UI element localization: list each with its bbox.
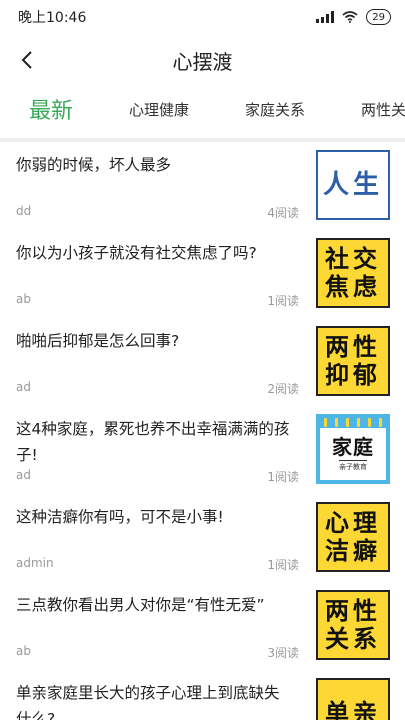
article-thumbnail: 两性抑郁 bbox=[316, 326, 390, 396]
thumbnail-text: 两性抑郁 bbox=[325, 332, 381, 389]
category-tabs: 最新 心理健康 家庭关系 两性关系 bbox=[0, 86, 405, 132]
list-item[interactable]: 你弱的时候，坏人最多 dd 4阅读 人生 bbox=[0, 134, 405, 222]
article-thumbnail: 家庭 亲子教育 bbox=[316, 414, 390, 484]
article-reads: 2阅读 bbox=[267, 382, 299, 396]
article-reads: 1阅读 bbox=[267, 294, 299, 308]
article-author: ad bbox=[16, 380, 31, 394]
tab-latest[interactable]: 最新 bbox=[29, 93, 73, 125]
thumbnail-text: 人生 bbox=[323, 170, 384, 200]
article-meta: dd 4阅读 bbox=[16, 204, 299, 221]
article-title: 三点教你看出男人对你是“有性无爱” bbox=[16, 596, 265, 614]
thumbnail-text: 单亲 bbox=[325, 698, 381, 720]
battery-icon: 29 bbox=[366, 9, 391, 25]
thumbnail-text: 两性关系 bbox=[325, 596, 381, 653]
article-title: 啪啪后抑郁是怎么回事? bbox=[16, 332, 180, 350]
article-meta: ad 1阅读 bbox=[16, 468, 299, 485]
thumbnail-text: 社交焦虑 bbox=[325, 244, 381, 301]
nav-bar: 心摆渡 bbox=[0, 34, 405, 86]
article-thumbnail: 两性关系 bbox=[316, 590, 390, 660]
thumbnail-text: 心理洁癖 bbox=[325, 508, 381, 565]
signal-icon bbox=[316, 11, 335, 23]
thumbnail-text: 家庭 bbox=[332, 435, 374, 459]
article-reads: 3阅读 bbox=[267, 646, 299, 660]
article-author: ab bbox=[16, 644, 31, 658]
article-list: 你弱的时候，坏人最多 dd 4阅读 人生 你以为小孩子就没有社交焦虑了吗? ab… bbox=[0, 134, 405, 720]
article-thumbnail: 人生 bbox=[316, 150, 390, 220]
article-title: 你以为小孩子就没有社交焦虑了吗? bbox=[16, 244, 257, 262]
tab-gender-relations[interactable]: 两性关系 bbox=[361, 99, 405, 120]
article-meta: ab 1阅读 bbox=[16, 292, 299, 309]
page-title: 心摆渡 bbox=[172, 49, 233, 74]
chevron-left-icon bbox=[21, 51, 32, 69]
article-title: 你弱的时候，坏人最多 bbox=[16, 156, 172, 174]
article-reads: 4阅读 bbox=[267, 206, 299, 220]
status-icons: 29 bbox=[316, 9, 391, 25]
list-item[interactable]: 单亲家庭里长大的孩子心理上到底缺失什么? 单亲 bbox=[0, 662, 405, 720]
article-meta: ab 3阅读 bbox=[16, 644, 299, 661]
article-title: 单亲家庭里长大的孩子心理上到底缺失什么? bbox=[16, 684, 280, 720]
article-author: dd bbox=[16, 204, 32, 218]
article-thumbnail: 社交焦虑 bbox=[316, 238, 390, 308]
article-meta: ad 2阅读 bbox=[16, 380, 299, 397]
article-title: 这种洁癖你有吗，可不是小事! bbox=[16, 508, 224, 526]
list-item[interactable]: 这4种家庭，累死也养不出幸福满满的孩子! ad 1阅读 家庭 亲子教育 bbox=[0, 398, 405, 486]
list-item[interactable]: 啪啪后抑郁是怎么回事? ad 2阅读 两性抑郁 bbox=[0, 310, 405, 398]
article-author: admin bbox=[16, 556, 54, 570]
status-bar: 晚上10:46 29 bbox=[0, 0, 405, 34]
list-item[interactable]: 三点教你看出男人对你是“有性无爱” ab 3阅读 两性关系 bbox=[0, 574, 405, 662]
back-button[interactable] bbox=[14, 46, 40, 74]
article-title: 这4种家庭，累死也养不出幸福满满的孩子! bbox=[16, 420, 290, 464]
article-meta: admin 1阅读 bbox=[16, 556, 299, 573]
article-reads: 1阅读 bbox=[267, 558, 299, 572]
status-time: 晚上10:46 bbox=[18, 10, 87, 26]
notebook-rings bbox=[324, 418, 382, 427]
tab-mental-health[interactable]: 心理健康 bbox=[129, 99, 189, 120]
wifi-icon bbox=[342, 11, 358, 23]
article-reads: 1阅读 bbox=[267, 470, 299, 484]
list-item[interactable]: 你以为小孩子就没有社交焦虑了吗? ab 1阅读 社交焦虑 bbox=[0, 222, 405, 310]
thumbnail-subtext: 亲子教育 bbox=[339, 460, 367, 472]
article-thumbnail: 心理洁癖 bbox=[316, 502, 390, 572]
thumbnail-card: 家庭 亲子教育 bbox=[320, 428, 386, 480]
list-item[interactable]: 这种洁癖你有吗，可不是小事! admin 1阅读 心理洁癖 bbox=[0, 486, 405, 574]
article-author: ab bbox=[16, 292, 31, 306]
article-thumbnail: 单亲 bbox=[316, 678, 390, 720]
tab-family-relations[interactable]: 家庭关系 bbox=[245, 99, 305, 120]
article-author: ad bbox=[16, 468, 31, 482]
